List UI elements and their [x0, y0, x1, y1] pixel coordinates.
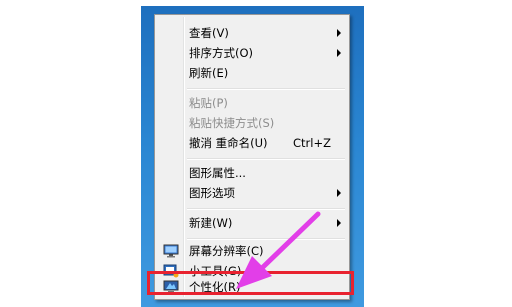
annotation-arrow-icon: [236, 211, 321, 289]
